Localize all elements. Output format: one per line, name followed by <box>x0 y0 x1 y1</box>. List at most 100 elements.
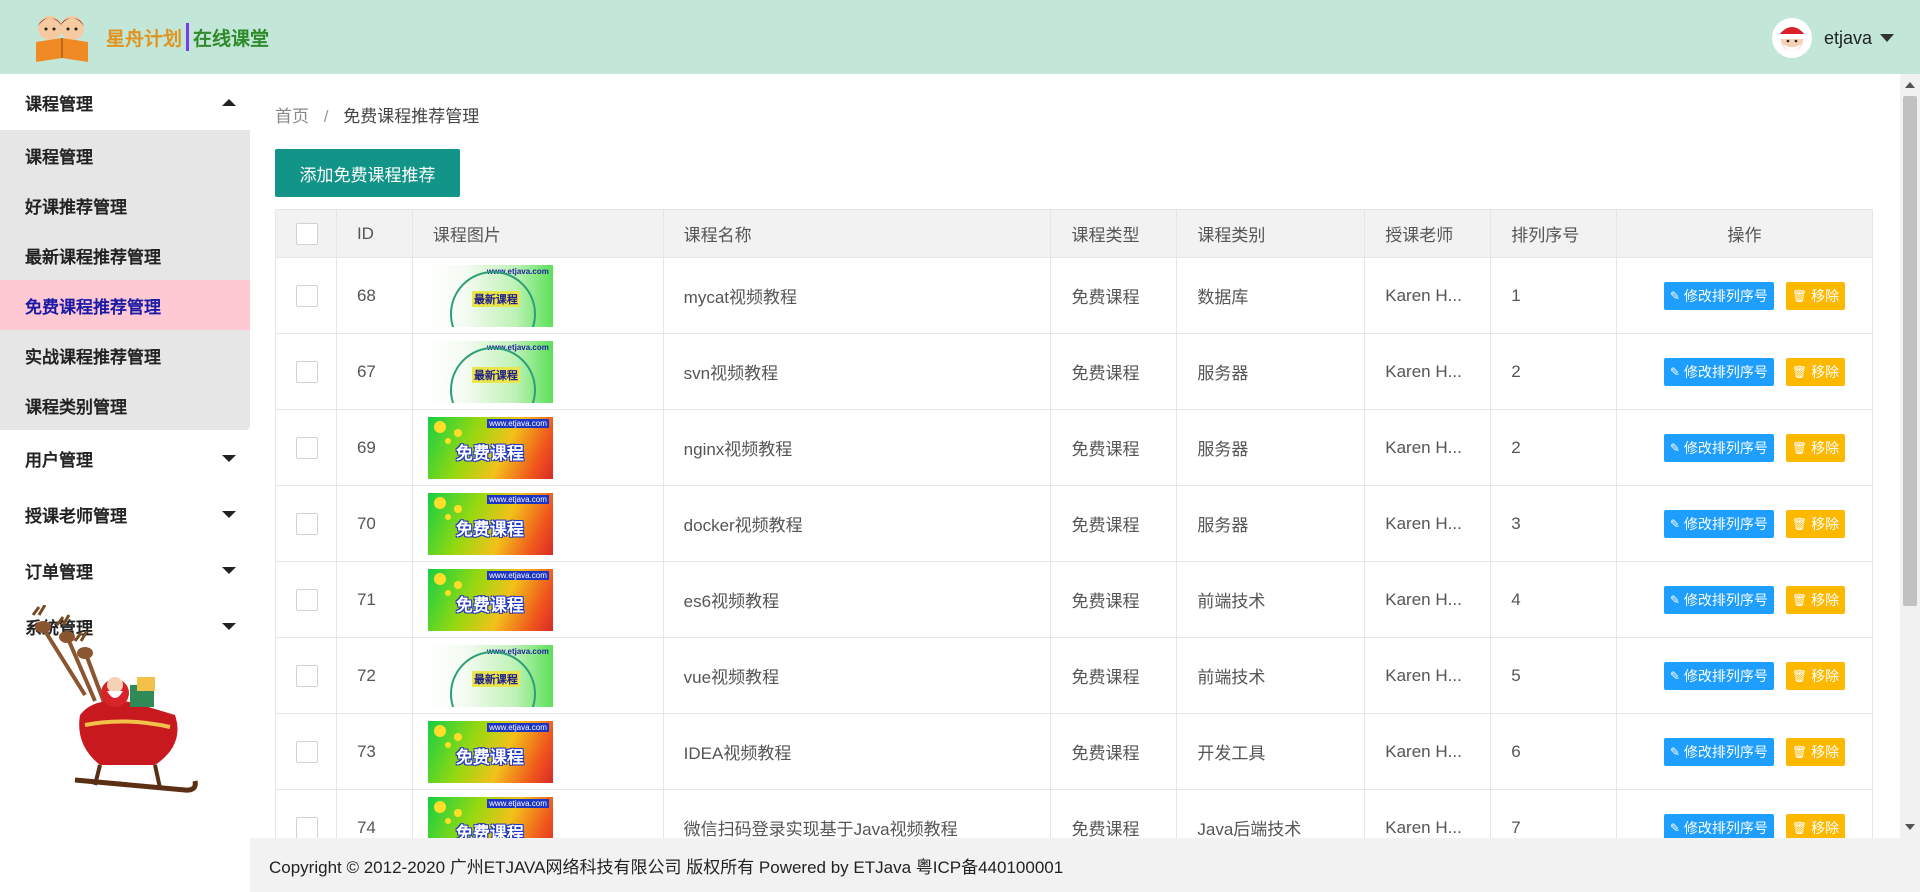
sidebar-item-course-category[interactable]: 课程类别管理 <box>0 380 250 430</box>
row-select-cell <box>275 257 337 334</box>
user-menu[interactable]: etjava <box>1771 18 1894 58</box>
row-select-cell <box>275 409 337 486</box>
remove-button[interactable]: 🗑 移除 <box>1785 357 1846 386</box>
cell-name: IDEA视频教程 <box>662 713 1052 790</box>
thumbnail-label: 免费课程 <box>455 443 524 463</box>
cell-type: 免费课程 <box>1050 637 1178 714</box>
row-checkbox[interactable] <box>296 664 318 687</box>
remove-button[interactable]: 🗑 移除 <box>1785 281 1846 310</box>
cell-type: 免费课程 <box>1050 485 1178 562</box>
copyright-text: Copyright © 2012-2020 广州ETJAVA网络科技有限公司 版… <box>269 857 1064 877</box>
row-select-cell <box>275 485 337 562</box>
sidebar-item-good-course[interactable]: 好课推荐管理 <box>0 180 250 230</box>
edit-order-button[interactable]: ✎ 修改排列序号 <box>1663 813 1774 838</box>
cell-teacher: Karen H... <box>1364 257 1492 334</box>
menu-group-user[interactable]: 用户管理 <box>0 430 250 486</box>
cell-category: 前端技术 <box>1176 637 1366 714</box>
edit-order-button[interactable]: ✎ 修改排列序号 <box>1663 737 1774 766</box>
thumbnail-url-text: www.etjava.com <box>487 798 549 808</box>
sidebar-item-newest-course[interactable]: 最新课程推荐管理 <box>0 230 250 280</box>
trash-icon: 🗑 <box>1791 592 1808 607</box>
cell-teacher: Karen H... <box>1364 561 1492 638</box>
remove-button[interactable]: 🗑 移除 <box>1785 737 1846 766</box>
site-logo[interactable]: 星舟计划 在线课堂 <box>30 8 269 66</box>
trash-icon: 🗑 <box>1791 440 1808 455</box>
pencil-icon: ✎ <box>1669 516 1680 531</box>
menu-group-teacher[interactable]: 授课老师管理 <box>0 486 250 542</box>
edit-order-button[interactable]: ✎ 修改排列序号 <box>1663 509 1774 538</box>
remove-button[interactable]: 🗑 移除 <box>1785 509 1846 538</box>
sidebar-item-practice-course[interactable]: 实战课程推荐管理 <box>0 330 250 380</box>
row-checkbox[interactable] <box>296 512 318 535</box>
row-checkbox[interactable] <box>296 284 318 307</box>
table-row: 74 www.etjava.com 免费课程 微信扫码登录实现基于Java视频教… <box>275 789 1873 838</box>
remove-label: 移除 <box>1811 591 1840 608</box>
cell-image: www.etjava.com 最新课程 <box>411 637 664 714</box>
breadcrumb-home[interactable]: 首页 <box>275 107 309 126</box>
trash-icon: 🗑 <box>1791 744 1808 759</box>
edit-order-label: 修改排列序号 <box>1683 819 1768 836</box>
trash-icon: 🗑 <box>1791 820 1808 835</box>
table-row: 67 www.etjava.com 最新课程 svn视频教程 免费课程 服务器 … <box>275 333 1873 410</box>
edit-order-button[interactable]: ✎ 修改排列序号 <box>1663 357 1774 386</box>
select-all-checkbox[interactable] <box>296 222 318 245</box>
sidebar-item-course[interactable]: 课程管理 <box>0 130 250 180</box>
cell-order: 4 <box>1490 561 1618 638</box>
thumbnail-label: 最新课程 <box>471 290 520 307</box>
menu-group-course[interactable]: 课程管理 <box>0 74 250 130</box>
chevron-down-icon <box>1880 34 1894 42</box>
sidebar-item-label: 课程管理 <box>25 147 93 167</box>
column-header-type: 课程类型 <box>1050 209 1178 258</box>
remove-button[interactable]: 🗑 移除 <box>1785 585 1846 614</box>
cell-actions: ✎ 修改排列序号 🗑 移除 <box>1616 561 1873 638</box>
remove-label: 移除 <box>1811 363 1840 380</box>
row-checkbox[interactable] <box>296 588 318 611</box>
free-course-table: ID 课程图片 课程名称 课程类型 课程类别 授课老师 排列序号 操作 68 w… <box>275 209 1873 838</box>
edit-order-label: 修改排列序号 <box>1683 363 1768 380</box>
remove-button[interactable]: 🗑 移除 <box>1785 813 1846 838</box>
course-thumbnail: www.etjava.com 免费课程 <box>427 720 553 783</box>
username: etjava <box>1823 27 1872 48</box>
sidebar-item-free-course[interactable]: 免费课程推荐管理 <box>0 280 250 330</box>
row-checkbox[interactable] <box>296 360 318 383</box>
row-select-cell <box>275 713 337 790</box>
row-checkbox[interactable] <box>296 740 318 763</box>
page-scrollbar[interactable] <box>1900 74 1920 838</box>
sidebar-item-label: 最新课程推荐管理 <box>25 247 161 267</box>
page-footer: Copyright © 2012-2020 广州ETJAVA网络科技有限公司 版… <box>250 838 1920 892</box>
add-free-course-button[interactable]: 添加免费课程推荐 <box>275 149 460 197</box>
scrollbar-thumb[interactable] <box>1903 96 1917 606</box>
edit-order-button[interactable]: ✎ 修改排列序号 <box>1663 433 1774 462</box>
edit-order-button[interactable]: ✎ 修改排列序号 <box>1663 585 1774 614</box>
course-thumbnail: www.etjava.com 最新课程 <box>427 644 553 707</box>
cell-actions: ✎ 修改排列序号 🗑 移除 <box>1616 409 1873 486</box>
pencil-icon: ✎ <box>1669 744 1680 759</box>
cell-category: 服务器 <box>1176 485 1366 562</box>
caret-down-icon <box>222 454 236 462</box>
scroll-up-arrow-icon[interactable] <box>1905 82 1915 88</box>
cell-image: www.etjava.com 最新课程 <box>411 257 664 334</box>
cell-image: www.etjava.com 免费课程 <box>411 561 664 638</box>
remove-button[interactable]: 🗑 移除 <box>1785 433 1846 462</box>
menu-group-order[interactable]: 订单管理 <box>0 542 250 598</box>
trash-icon: 🗑 <box>1791 364 1808 379</box>
cell-actions: ✎ 修改排列序号 🗑 移除 <box>1616 333 1873 410</box>
edit-order-button[interactable]: ✎ 修改排列序号 <box>1663 661 1774 690</box>
remove-label: 移除 <box>1811 743 1840 760</box>
row-select-cell <box>275 561 337 638</box>
edit-order-button[interactable]: ✎ 修改排列序号 <box>1663 281 1774 310</box>
remove-button[interactable]: 🗑 移除 <box>1785 661 1846 690</box>
cell-actions: ✎ 修改排列序号 🗑 移除 <box>1616 485 1873 562</box>
edit-order-label: 修改排列序号 <box>1683 515 1768 532</box>
table-row: 70 www.etjava.com 免费课程 docker视频教程 免费课程 服… <box>275 485 1873 562</box>
row-checkbox[interactable] <box>296 436 318 459</box>
table-row: 68 www.etjava.com 最新课程 mycat视频教程 免费课程 数据… <box>275 257 1873 334</box>
select-all-cell <box>275 209 337 258</box>
row-select-cell <box>275 789 337 838</box>
cell-actions: ✎ 修改排列序号 🗑 移除 <box>1616 257 1873 334</box>
cell-category: Java后端技术 <box>1176 789 1366 838</box>
caret-down-icon <box>222 566 236 574</box>
scroll-down-arrow-icon[interactable] <box>1905 824 1915 830</box>
column-header-actions: 操作 <box>1616 209 1873 258</box>
row-checkbox[interactable] <box>296 816 318 838</box>
